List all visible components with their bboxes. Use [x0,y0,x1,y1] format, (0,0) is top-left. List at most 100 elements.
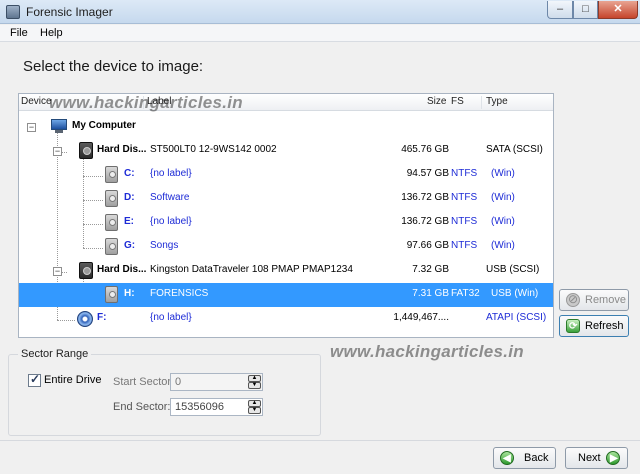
partition-icon [105,286,118,303]
remove-button[interactable]: Remove [559,289,629,311]
footer-divider [0,440,640,441]
partition-fs: FAT32 [451,288,480,299]
app-icon [6,5,20,19]
spin-down-icon[interactable]: ▼ [248,407,261,414]
partition-size: 97.66 GB [406,240,449,251]
spin-up-icon[interactable]: ▲ [248,375,261,382]
back-label: Back [524,452,549,464]
partition-fs: NTFS [451,168,478,179]
maximize-button[interactable]: □ [573,1,598,19]
drive-letter: D: [124,192,135,203]
menu-help[interactable]: Help [40,27,63,39]
partition-type: (Win) [491,168,515,179]
refresh-label: Refresh [585,320,624,332]
end-sector-input[interactable]: 15356096 ▲ ▼ [170,398,263,416]
watermark: www.hackingarticles.in [49,93,243,112]
partition-size: 94.57 GB [406,168,449,179]
refresh-button[interactable]: ⟳ Refresh [559,315,629,337]
start-sector-input[interactable]: 0 ▲ ▼ [170,373,263,391]
partition-type: (Win) [491,216,515,227]
tree-row-partition[interactable]: C: {no label} 94.57 GB NTFS (Win) [19,163,553,187]
collapse-icon[interactable]: − [53,267,62,276]
partition-label: {no label} [150,216,192,227]
device-label: {no label} [150,312,192,323]
drive-letter: F: [97,312,107,323]
end-sector-label: End Sector: [113,401,171,413]
start-sector-label: Start Sector: [113,376,175,388]
partition-size: 7.31 GB [412,288,449,299]
menu-bar: File Help [0,25,640,42]
next-button[interactable]: Next ▶ [565,447,628,469]
close-icon: ✕ [613,3,623,15]
refresh-icon: ⟳ [566,319,580,333]
tree-row-disk[interactable]: − Hard Dis... Kingston DataTraveler 108 … [19,259,553,283]
tree-row-partition[interactable]: E: {no label} 136.72 GB NTFS (Win) [19,211,553,235]
partition-size: 136.72 GB [401,192,449,203]
device-label: Kingston DataTraveler 108 PMAP PMAP1234 [150,264,353,275]
forensic-imager-window: Forensic Imager – □ ✕ File Help Select t… [0,0,640,474]
collapse-icon[interactable]: − [53,147,62,156]
hard-disk-icon [79,262,93,279]
column-type[interactable]: Type [486,96,508,107]
device-type: USB (SCSI) [486,264,540,275]
minimize-button[interactable]: – [547,1,573,19]
spin-down-icon[interactable]: ▼ [248,382,261,389]
device-size: 7.32 GB [412,264,449,275]
drive-letter: E: [124,216,134,227]
column-divider [481,96,482,109]
sector-range-title: Sector Range [18,348,92,360]
tree-row-disk[interactable]: − Hard Dis... ST500LT0 12-9WS142 0002 46… [19,139,553,163]
partition-type: USB (Win) [491,288,539,299]
hard-disk-icon [79,142,93,159]
tree-row-optical[interactable]: F: {no label} 1,449,467.... ATAPI (SCSI) [19,307,553,331]
maximize-icon: □ [582,3,589,15]
drive-letter: G: [124,240,136,251]
partition-label: Software [150,192,190,203]
device-size: 1,449,467.... [393,312,449,323]
next-arrow-icon: ▶ [606,451,620,465]
menu-file[interactable]: File [10,27,28,39]
watermark: www.hackingarticles.in [330,342,524,361]
root-label: My Computer [72,120,136,131]
partition-icon [105,238,118,255]
minimize-icon: – [556,3,564,15]
close-button[interactable]: ✕ [598,1,638,19]
device-list[interactable]: Device Label Size FS Type www.hackingart… [18,93,554,338]
remove-icon [566,292,580,307]
back-button[interactable]: ◀ Back [493,447,556,469]
next-label: Next [578,452,601,464]
device-label: ST500LT0 12-9WS142 0002 [150,144,277,155]
column-fs[interactable]: FS [451,96,464,107]
tree-row-partition[interactable]: G: Songs 97.66 GB NTFS (Win) [19,235,553,259]
column-device[interactable]: Device [21,96,52,107]
window-title: Forensic Imager [26,5,113,19]
partition-fs: NTFS [451,216,478,227]
entire-drive-checkbox[interactable] [28,372,41,387]
partition-fs: NTFS [451,192,478,203]
spin-up-icon[interactable]: ▲ [248,400,261,407]
entire-drive-label[interactable]: Entire Drive [44,374,101,386]
partition-icon [105,214,118,231]
start-sector-value: 0 [175,376,182,388]
computer-icon [51,119,67,133]
back-arrow-icon: ◀ [500,451,514,465]
remove-label: Remove [585,294,626,306]
partition-label: {no label} [150,168,192,179]
title-bar[interactable]: Forensic Imager – □ ✕ [0,0,640,24]
device-name: Hard Dis... [97,144,147,155]
partition-fs: NTFS [451,240,478,251]
collapse-icon[interactable]: − [27,123,36,132]
tree-row-partition-selected[interactable]: H: FORENSICS 7.31 GB FAT32 USB (Win) [19,283,553,307]
device-type: ATAPI (SCSI) [486,312,547,323]
column-size[interactable]: Size [427,96,446,107]
device-type: SATA (SCSI) [486,144,543,155]
partition-type: (Win) [491,192,515,203]
partition-size: 136.72 GB [401,216,449,227]
device-name: Hard Dis... [97,264,147,275]
partition-label: FORENSICS [150,288,209,299]
partition-icon [105,190,118,207]
tree-row-partition[interactable]: D: Software 136.72 GB NTFS (Win) [19,187,553,211]
device-size: 465.76 GB [401,144,449,155]
tree-row-root[interactable]: − My Computer [19,115,553,139]
partition-icon [105,166,118,183]
